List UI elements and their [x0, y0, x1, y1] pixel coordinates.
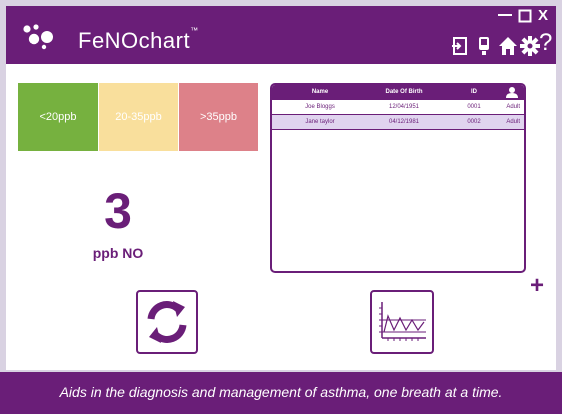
- table-row[interactable]: Joe Bloggs 12/04/1951 0001 Adult: [272, 100, 524, 115]
- cell-name: Joe Bloggs: [305, 104, 335, 110]
- app-title: FeNOchart™: [78, 26, 199, 53]
- main-panel: <20ppb 20-35ppb >35ppb 3 ppb NO Name Dat…: [6, 64, 556, 370]
- minimize-button[interactable]: [497, 8, 513, 22]
- range-high-indicator: >35ppb: [179, 83, 258, 151]
- refresh-icon: [147, 301, 187, 343]
- reading-value: 3: [104, 183, 132, 239]
- patient-table: Name Date Of Birth ID Joe Bloggs 12/04/1…: [270, 83, 526, 273]
- exit-icon[interactable]: [452, 36, 468, 56]
- cell-dob: 12/04/1951: [388, 104, 420, 110]
- cell-dob: 04/12/1981: [388, 119, 420, 125]
- table-row[interactable]: Jane taylor 04/12/1981 0002 Adult: [272, 115, 524, 130]
- tagline: Aids in the diagnosis and management of …: [59, 384, 503, 400]
- cell-type: Adult: [506, 119, 520, 125]
- range-mid-indicator: 20-35ppb: [99, 83, 178, 151]
- reading-unit: ppb NO: [92, 245, 144, 261]
- cell-name: Jane taylor: [305, 119, 335, 125]
- cell-id: 0002: [467, 119, 481, 125]
- fenochart-app: FeNOchart™ X ? <20ppb 20-35ppb >35ppb 3 …: [0, 0, 562, 414]
- help-button[interactable]: ?: [539, 29, 552, 57]
- cell-id: 0001: [467, 104, 481, 110]
- cell-type: Adult: [506, 104, 520, 110]
- title-bar: FeNOchart™ X ?: [6, 6, 556, 64]
- device-icon[interactable]: [478, 36, 490, 56]
- logo-icon: [23, 24, 53, 50]
- range-low-indicator: <20ppb: [18, 83, 98, 151]
- column-id[interactable]: ID: [452, 85, 496, 100]
- column-name[interactable]: Name: [287, 85, 353, 100]
- chart-icon: [379, 302, 426, 341]
- user-icon: [506, 87, 518, 98]
- gear-icon[interactable]: [520, 36, 540, 56]
- table-header: Name Date Of Birth ID: [272, 85, 524, 100]
- footer: Aids in the diagnosis and management of …: [0, 372, 562, 414]
- home-icon[interactable]: [498, 36, 518, 56]
- close-button[interactable]: X: [538, 7, 548, 24]
- chart-button[interactable]: [370, 290, 434, 354]
- column-dob[interactable]: Date Of Birth: [367, 85, 441, 100]
- add-patient-button[interactable]: +: [530, 274, 544, 298]
- maximize-button[interactable]: [518, 9, 532, 23]
- refresh-button[interactable]: [136, 290, 198, 354]
